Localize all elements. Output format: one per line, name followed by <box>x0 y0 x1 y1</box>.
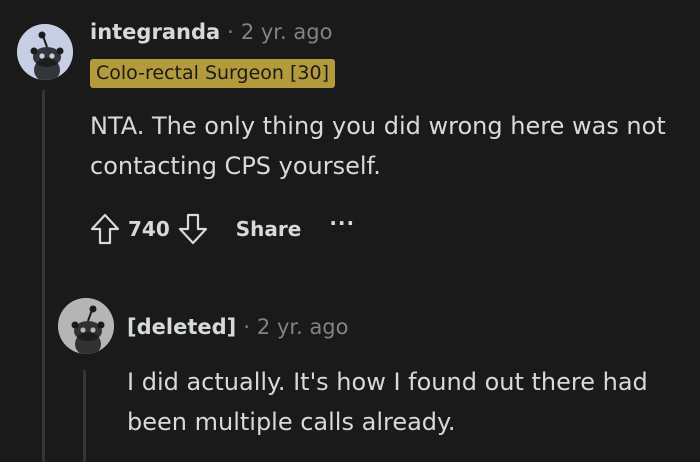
reply-body: I did actually. It's how I found out the… <box>127 368 648 436</box>
username-link[interactable]: integranda <box>90 20 220 44</box>
comment-body: NTA. The only thing you did wrong here w… <box>90 112 666 180</box>
upvote-arrow-icon <box>90 213 120 245</box>
reply-meta: [deleted] · 2 yr. ago <box>127 311 349 343</box>
meta-separator: · <box>227 20 234 44</box>
reply-thread-line[interactable] <box>83 370 86 462</box>
upvote-button[interactable] <box>86 208 124 250</box>
reply-timestamp-link[interactable]: 2 yr. ago <box>257 315 349 339</box>
downvote-button[interactable] <box>174 208 212 250</box>
snoo-avatar-icon <box>58 298 114 354</box>
reply-user-avatar[interactable] <box>58 298 114 354</box>
share-button[interactable]: Share <box>236 217 302 241</box>
vote-score: 740 <box>128 217 170 241</box>
comment-actions: 740 Share ··· <box>86 208 355 250</box>
user-avatar[interactable] <box>17 24 73 80</box>
user-flair: Colo-rectal Surgeon [30] <box>90 59 335 88</box>
comment-thread: integranda · 2 yr. ago Colo-rectal Surge… <box>0 0 700 462</box>
downvote-arrow-icon <box>178 213 207 245</box>
more-options-button[interactable]: ··· <box>329 211 355 235</box>
snoo-avatar-icon <box>17 24 73 80</box>
meta-separator: · <box>243 315 250 339</box>
thread-line[interactable] <box>42 90 45 462</box>
reply-username: [deleted] <box>127 315 237 339</box>
comment-meta: integranda · 2 yr. ago <box>90 16 332 48</box>
timestamp-link[interactable]: 2 yr. ago <box>241 20 333 44</box>
